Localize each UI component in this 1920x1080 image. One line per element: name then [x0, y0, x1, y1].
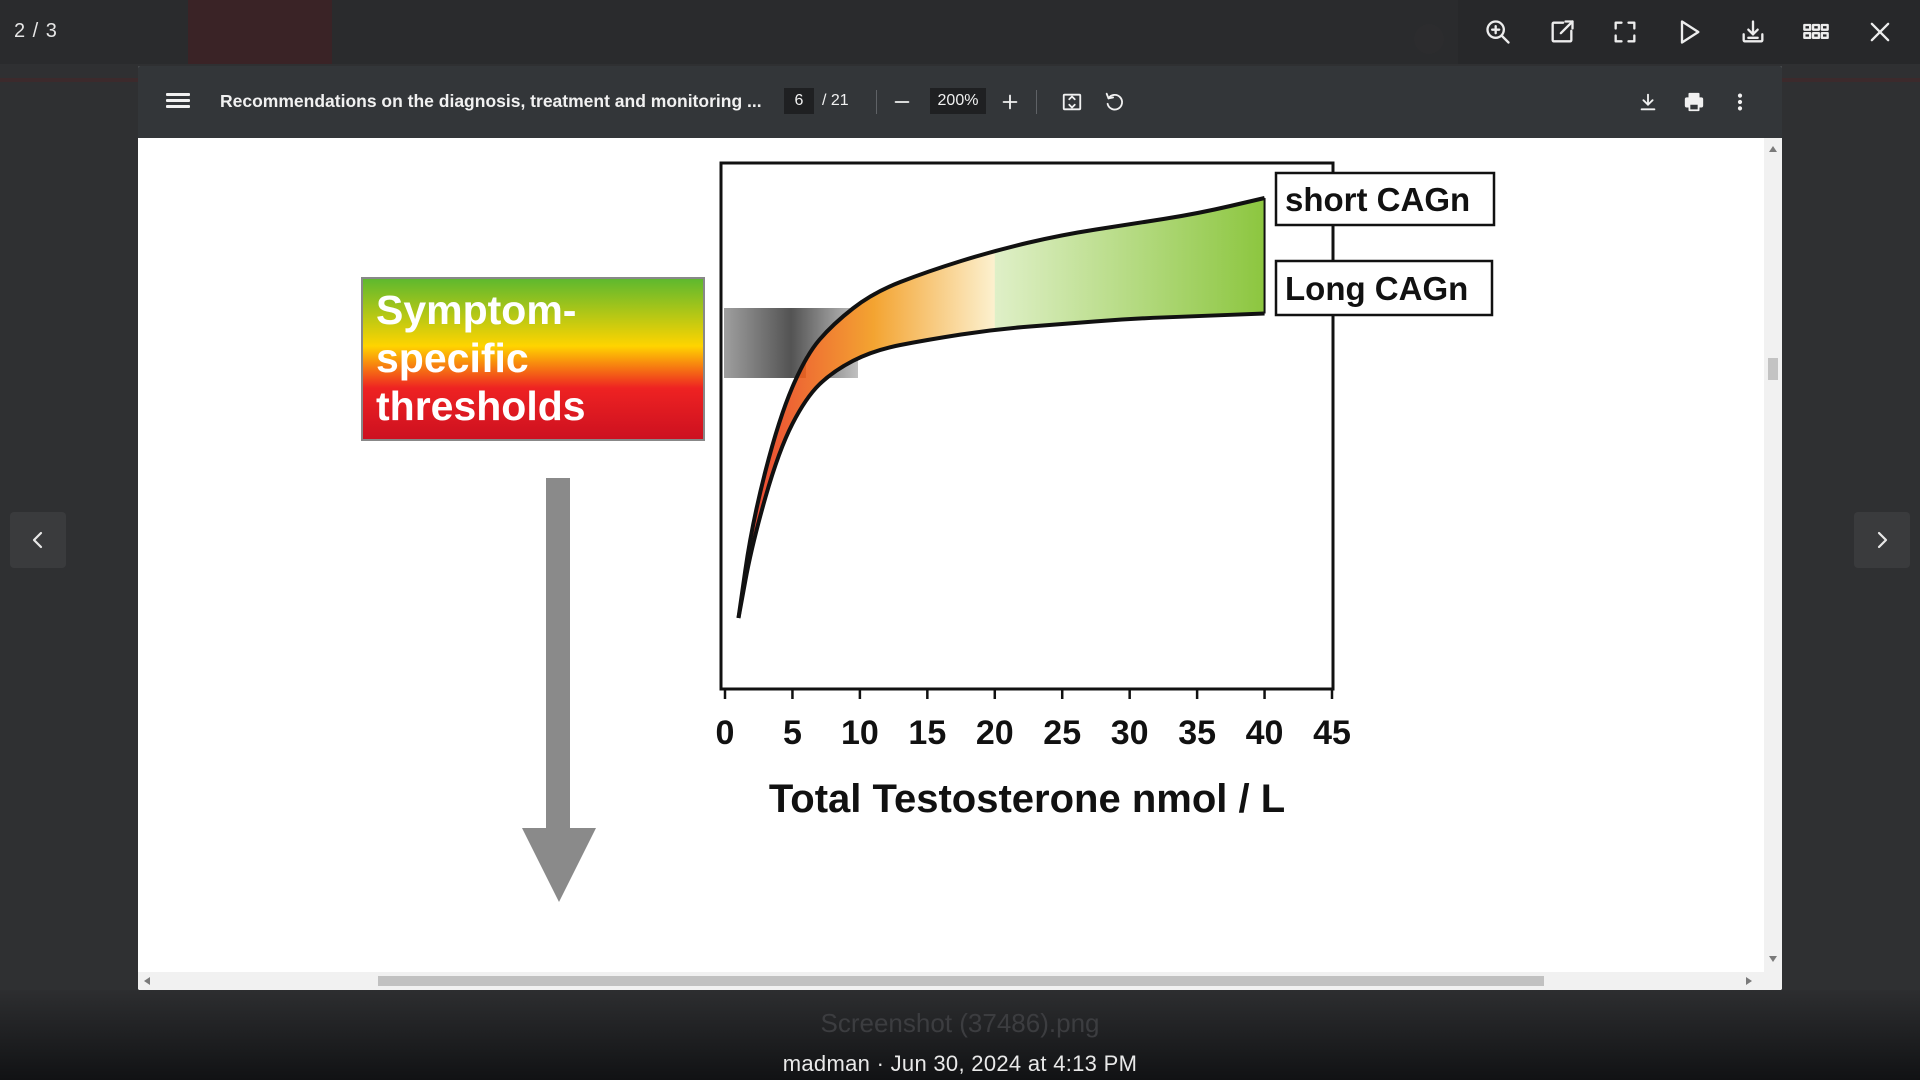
close-icon — [1870, 22, 1890, 42]
x-axis-label: Total Testosterone nmol / L — [769, 777, 1285, 821]
fullscreen-button[interactable] — [1602, 9, 1648, 55]
backdrop-tab — [188, 0, 332, 64]
x-tick-label: 15 — [908, 714, 946, 752]
x-tick-label: 35 — [1178, 714, 1216, 752]
menu-icon-bar — [166, 99, 190, 102]
fit-page-button[interactable] — [1056, 86, 1088, 118]
play-icon — [1680, 20, 1700, 44]
x-tick-label: 10 — [841, 714, 879, 752]
image-counter: 2 / 3 — [14, 20, 58, 42]
minus-icon — [894, 101, 910, 103]
image-filename: Screenshot (37486).png — [820, 1008, 1100, 1038]
grid-icon — [1803, 23, 1830, 39]
next-image-button[interactable] — [1854, 512, 1910, 568]
more-vertical-icon — [1737, 93, 1743, 111]
thumbnails-button[interactable] — [1793, 9, 1839, 55]
download-icon — [1742, 20, 1764, 43]
down-arrow-shaft — [546, 478, 570, 838]
open-external-button[interactable] — [1539, 9, 1585, 55]
threshold-label-line3: thresholds — [376, 383, 586, 429]
rotate-button[interactable] — [1098, 86, 1130, 118]
close-button[interactable] — [1857, 9, 1903, 55]
zoom-in-button[interactable] — [994, 86, 1026, 118]
legend-short-label: short CAGn — [1285, 181, 1470, 218]
chevron-right-icon — [1877, 531, 1888, 549]
x-tick-label: 40 — [1246, 714, 1284, 752]
download-button[interactable] — [1730, 9, 1776, 55]
x-tick-label: 20 — [976, 714, 1014, 752]
open-external-icon — [1551, 20, 1574, 43]
zoom-in-icon — [1486, 20, 1510, 44]
backdrop-avatar — [1414, 24, 1444, 54]
scroll-left-arrow[interactable] — [144, 977, 150, 985]
download-icon — [1640, 93, 1656, 111]
legend-long-label: Long CAGn — [1285, 270, 1468, 307]
document-title: Recommendations on the diagnosis, treatm… — [220, 91, 762, 111]
x-axis: 0 5 10 15 20 25 30 35 40 45 — [716, 689, 1351, 752]
scroll-up-arrow[interactable] — [1769, 146, 1777, 152]
chevron-left-icon — [32, 531, 43, 549]
menu-button[interactable] — [166, 90, 190, 114]
vertical-scroll-thumb[interactable] — [1768, 358, 1778, 380]
pdf-toolbar: Recommendations on the diagnosis, treatm… — [138, 66, 1782, 138]
previous-image-button[interactable] — [10, 512, 66, 568]
pdf-download-button[interactable] — [1632, 86, 1664, 118]
more-options-button[interactable] — [1724, 86, 1756, 118]
slideshow-button[interactable] — [1666, 9, 1712, 55]
testosterone-figure: Symptom- specific thresholds 0 5 10 15 20 25 3… — [361, 161, 1496, 902]
scroll-down-arrow[interactable] — [1769, 956, 1777, 962]
x-tick-label: 25 — [1043, 714, 1081, 752]
zoom-in-button[interactable] — [1475, 9, 1521, 55]
threshold-label-line1: Symptom- — [376, 287, 576, 333]
fullscreen-icon — [1614, 21, 1636, 43]
toolbar-divider — [1036, 90, 1037, 114]
menu-icon-bar — [166, 105, 190, 108]
zoom-out-button[interactable] — [886, 86, 918, 118]
scroll-right-arrow[interactable] — [1746, 977, 1752, 985]
x-tick-label: 5 — [783, 714, 802, 752]
x-tick-label: 45 — [1313, 714, 1351, 752]
horizontal-scroll-thumb[interactable] — [378, 976, 1544, 986]
down-arrow-head — [522, 828, 596, 902]
horizontal-scrollbar[interactable] — [138, 972, 1782, 990]
image-meta: madman · Jun 30, 2024 at 4:13 PM — [782, 1051, 1138, 1076]
print-button[interactable] — [1678, 86, 1710, 118]
zoom-level-input[interactable]: 200% — [930, 88, 986, 114]
pdf-viewer: Recommendations on the diagnosis, treatm… — [138, 66, 1782, 990]
printer-icon — [1684, 92, 1704, 112]
lightbox-toolbar — [1458, 0, 1920, 64]
threshold-label-line2: specific — [376, 335, 529, 381]
x-tick-label: 30 — [1111, 714, 1149, 752]
fit-page-icon — [1062, 93, 1082, 111]
x-tick-label: 0 — [716, 714, 735, 752]
toolbar-divider — [876, 90, 877, 114]
vertical-scrollbar[interactable] — [1764, 138, 1782, 972]
rotate-icon — [1105, 92, 1123, 111]
page-number-input[interactable]: 6 — [784, 88, 814, 114]
pdf-page: Symptom- specific thresholds 0 5 10 15 20 25 3… — [138, 138, 1764, 972]
page-total: / 21 — [822, 92, 849, 109]
menu-icon — [166, 93, 190, 96]
plus-icon — [1002, 94, 1018, 110]
